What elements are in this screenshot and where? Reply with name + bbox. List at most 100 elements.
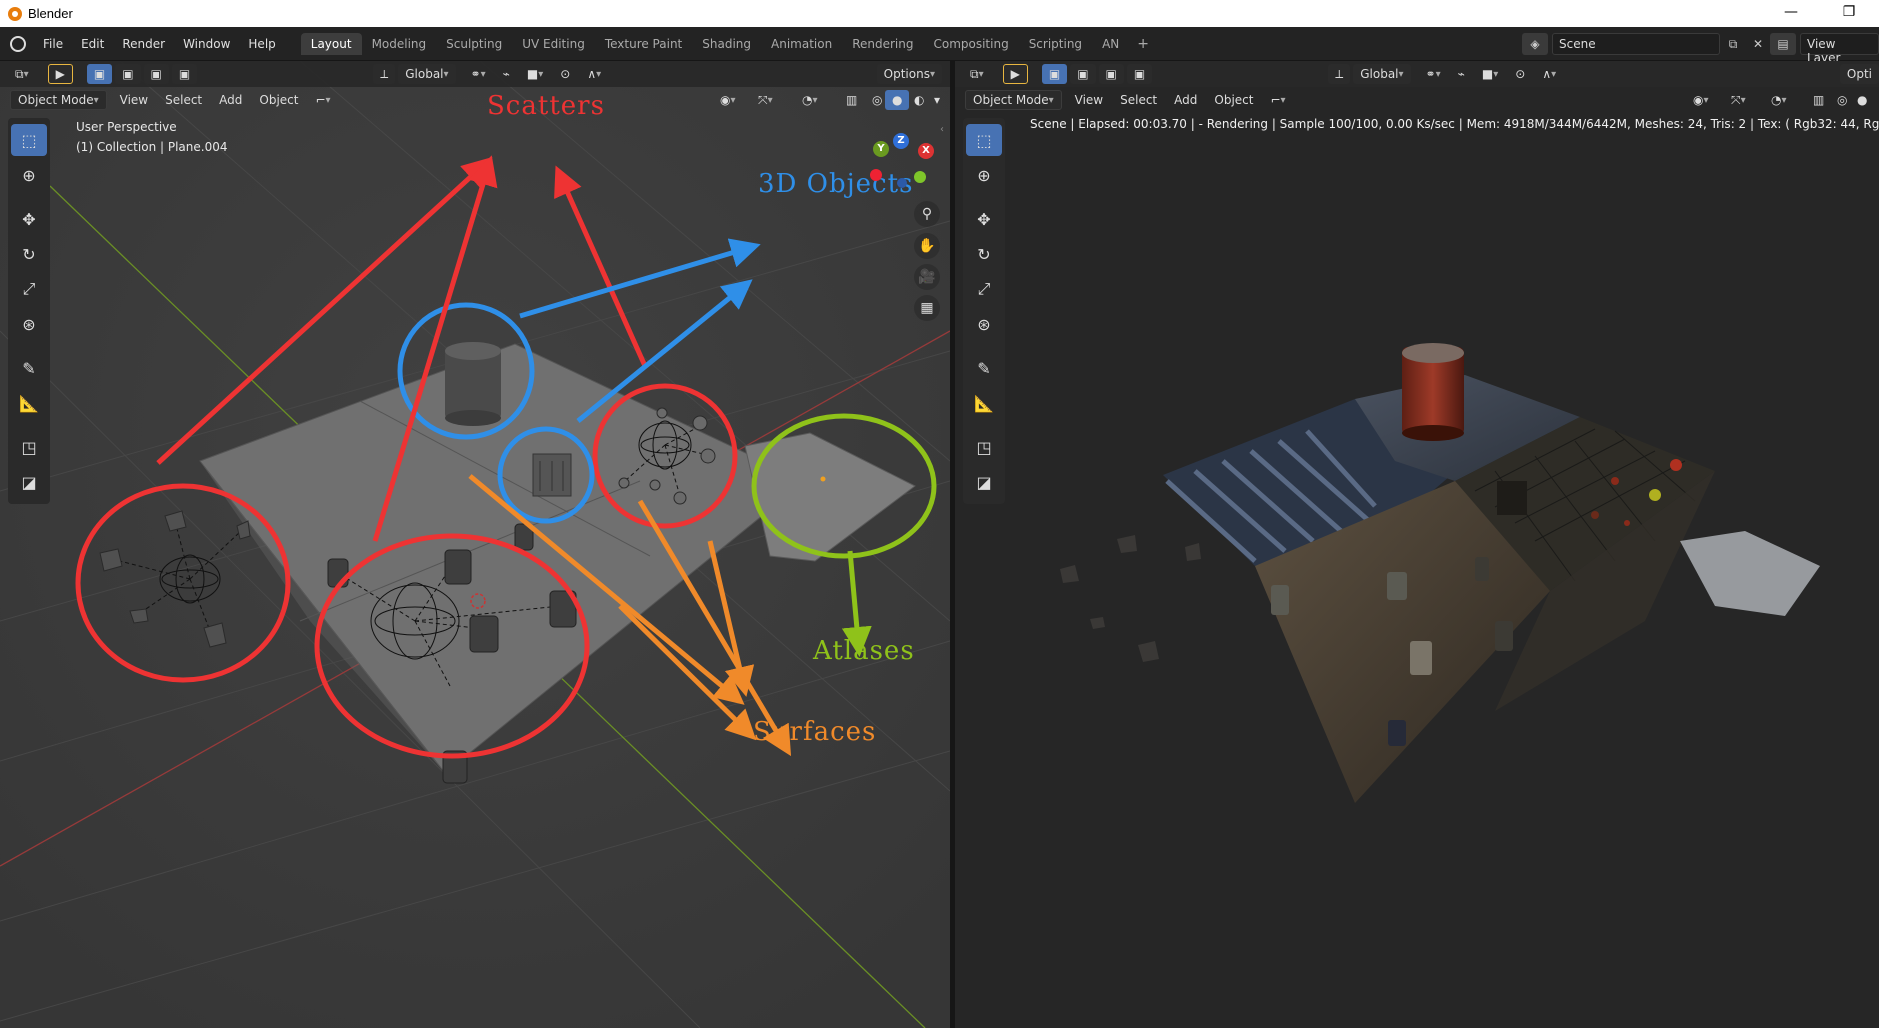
solid-shading-icon[interactable]: ●	[885, 90, 910, 110]
snap-target-icon[interactable]: ■	[520, 64, 550, 84]
select-box-icon[interactable]: ⬚	[11, 124, 47, 156]
annotate-icon[interactable]: ✎	[966, 352, 1002, 384]
gizmo-y-axis[interactable]: Y	[873, 141, 889, 157]
select-tool-icon[interactable]: ▶	[47, 64, 73, 84]
editor-type-icon[interactable]: ⧉	[8, 64, 36, 84]
select-mode-set-icon[interactable]: ▣	[86, 64, 113, 84]
gizmo-neg-y[interactable]	[914, 171, 926, 183]
select-mode-extend-icon[interactable]: ▣	[115, 64, 141, 84]
rendered-snap-menu-icon[interactable]: ⌐	[1263, 90, 1292, 110]
scene-selector-icon[interactable]: ◈	[1522, 33, 1548, 55]
rendered-solid-shading-icon[interactable]: ●	[1850, 90, 1874, 110]
transform-orientation-icon[interactable]: ⟂	[373, 64, 396, 84]
tab-compositing[interactable]: Compositing	[923, 33, 1018, 55]
viewport-rendered[interactable]: ⧉ ▶ ▣ ▣ ▣ ▣ ⟂ Global ⚭ ⌁ ■ ⊙ ∧ Opti Obje…	[955, 61, 1879, 1028]
scene-field[interactable]: Scene	[1552, 33, 1720, 55]
tab-sculpting[interactable]: Sculpting	[436, 33, 512, 55]
pan-hand-icon[interactable]: ✋	[914, 233, 940, 259]
gizmo-z-axis[interactable]: Z	[893, 133, 909, 149]
proportional-falloff-icon[interactable]: ∧	[580, 64, 608, 84]
transform-icon[interactable]: ⊛	[11, 308, 47, 340]
sidebar-toggle-icon[interactable]: ‹	[940, 124, 944, 135]
menu-view[interactable]: View	[113, 90, 155, 110]
add-cube-icon[interactable]: ◳	[11, 431, 47, 463]
pivot-point-icon[interactable]: ⚭	[464, 64, 493, 84]
view-layer-field[interactable]: View Layer	[1800, 33, 1879, 65]
snap-icon[interactable]: ⌁	[496, 64, 517, 84]
transform-orientation-select[interactable]: Global	[398, 64, 456, 84]
rotate-icon[interactable]: ↻	[11, 238, 47, 270]
new-scene-icon[interactable]: ⧉	[1722, 33, 1744, 55]
gizmo-toggle-icon[interactable]: ⤧	[751, 90, 780, 110]
delete-scene-icon[interactable]: ✕	[1748, 33, 1768, 55]
menu-window[interactable]: Window	[174, 37, 239, 51]
rendered-object-mode-select[interactable]: Object Mode	[965, 90, 1062, 110]
rendered-transform-orientation-icon[interactable]: ⟂	[1328, 64, 1351, 84]
xray-toggle-icon[interactable]: ▥	[839, 90, 864, 110]
snap-menu-icon[interactable]: ⌐	[308, 90, 337, 110]
tab-texture-paint[interactable]: Texture Paint	[595, 33, 692, 55]
zoom-icon[interactable]: ⚲	[914, 201, 940, 227]
rendered-visibility-icon[interactable]: ◉	[1686, 90, 1716, 110]
rendered-editor-type-icon[interactable]: ⧉	[963, 64, 991, 84]
menu-help[interactable]: Help	[239, 37, 284, 51]
add-cube-icon[interactable]: ◳	[966, 431, 1002, 463]
measure-icon[interactable]: 📐	[966, 387, 1002, 419]
move-icon[interactable]: ✥	[11, 203, 47, 235]
tab-uv-editing[interactable]: UV Editing	[512, 33, 595, 55]
gizmo-x-axis[interactable]: X	[918, 143, 934, 159]
visibility-icon[interactable]: ◉	[713, 90, 743, 110]
rendered-overlay-toggle-icon[interactable]: ◔	[1764, 90, 1794, 110]
object-mode-select[interactable]: Object Mode	[10, 90, 107, 110]
rendered-snap-target-icon[interactable]: ■	[1475, 64, 1505, 84]
tab-layout[interactable]: Layout	[300, 32, 362, 55]
grid-view-icon[interactable]: ▦	[914, 295, 940, 321]
rendered-transform-orientation-select[interactable]: Global	[1353, 64, 1411, 84]
restore-button[interactable]: ❐	[1834, 4, 1864, 20]
rendered-menu-view[interactable]: View	[1068, 90, 1110, 110]
menu-file[interactable]: File	[34, 37, 72, 51]
blender-menu-icon[interactable]	[10, 35, 26, 52]
overlay-toggle-icon[interactable]: ◔	[795, 90, 825, 110]
tab-shading[interactable]: Shading	[692, 33, 761, 55]
menu-edit[interactable]: Edit	[72, 37, 113, 51]
select-box-icon[interactable]: ⬚	[966, 124, 1002, 156]
rendered-snap-icon[interactable]: ⌁	[1451, 64, 1472, 84]
menu-render[interactable]: Render	[113, 37, 174, 51]
move-icon[interactable]: ✥	[966, 203, 1002, 235]
tab-modeling[interactable]: Modeling	[362, 33, 437, 55]
rendered-menu-add[interactable]: Add	[1167, 90, 1204, 110]
tab-an[interactable]: AN	[1092, 33, 1129, 55]
annotate-icon[interactable]: ✎	[11, 352, 47, 384]
camera-view-icon[interactable]: 🎥	[914, 264, 940, 290]
proportional-edit-icon[interactable]: ⊙	[553, 64, 577, 84]
tab-scripting[interactable]: Scripting	[1019, 33, 1092, 55]
tab-rendering[interactable]: Rendering	[842, 33, 923, 55]
select-mode-intersect-icon[interactable]: ▣	[171, 64, 198, 84]
rendered-proportional-edit-icon[interactable]: ⊙	[1508, 64, 1532, 84]
rendered-menu-object[interactable]: Object	[1207, 90, 1260, 110]
menu-object[interactable]: Object	[252, 90, 305, 110]
measure-icon[interactable]: 📐	[11, 387, 47, 419]
rendered-pivot-point-icon[interactable]: ⚭	[1419, 64, 1448, 84]
shading-options-icon[interactable]: ▾	[927, 90, 947, 110]
rendered-gizmo-toggle-icon[interactable]: ⤧	[1724, 90, 1753, 110]
scale-icon[interactable]: ⤢	[11, 273, 47, 305]
options-dropdown[interactable]: Options	[876, 64, 942, 84]
view-layer-icon[interactable]: ▤	[1770, 33, 1796, 55]
rotate-icon[interactable]: ↻	[966, 238, 1002, 270]
cursor-icon[interactable]: ⊕	[11, 159, 47, 191]
rendered-xray-toggle-icon[interactable]: ▥	[1806, 90, 1831, 110]
add-plane-icon[interactable]: ◪	[966, 466, 1002, 498]
gizmo-neg-x[interactable]	[870, 169, 882, 181]
add-plane-icon[interactable]: ◪	[11, 466, 47, 498]
gizmo-neg-z[interactable]	[897, 178, 907, 188]
add-workspace-button[interactable]: +	[1129, 36, 1157, 52]
rendered-proportional-falloff-icon[interactable]: ∧	[1535, 64, 1563, 84]
rendered-select-mode-extend-icon[interactable]: ▣	[1070, 64, 1096, 84]
menu-select[interactable]: Select	[158, 90, 209, 110]
scale-icon[interactable]: ⤢	[966, 273, 1002, 305]
rendered-menu-select[interactable]: Select	[1113, 90, 1164, 110]
rendered-select-tool-icon[interactable]: ▶	[1002, 64, 1028, 84]
transform-icon[interactable]: ⊛	[966, 308, 1002, 340]
